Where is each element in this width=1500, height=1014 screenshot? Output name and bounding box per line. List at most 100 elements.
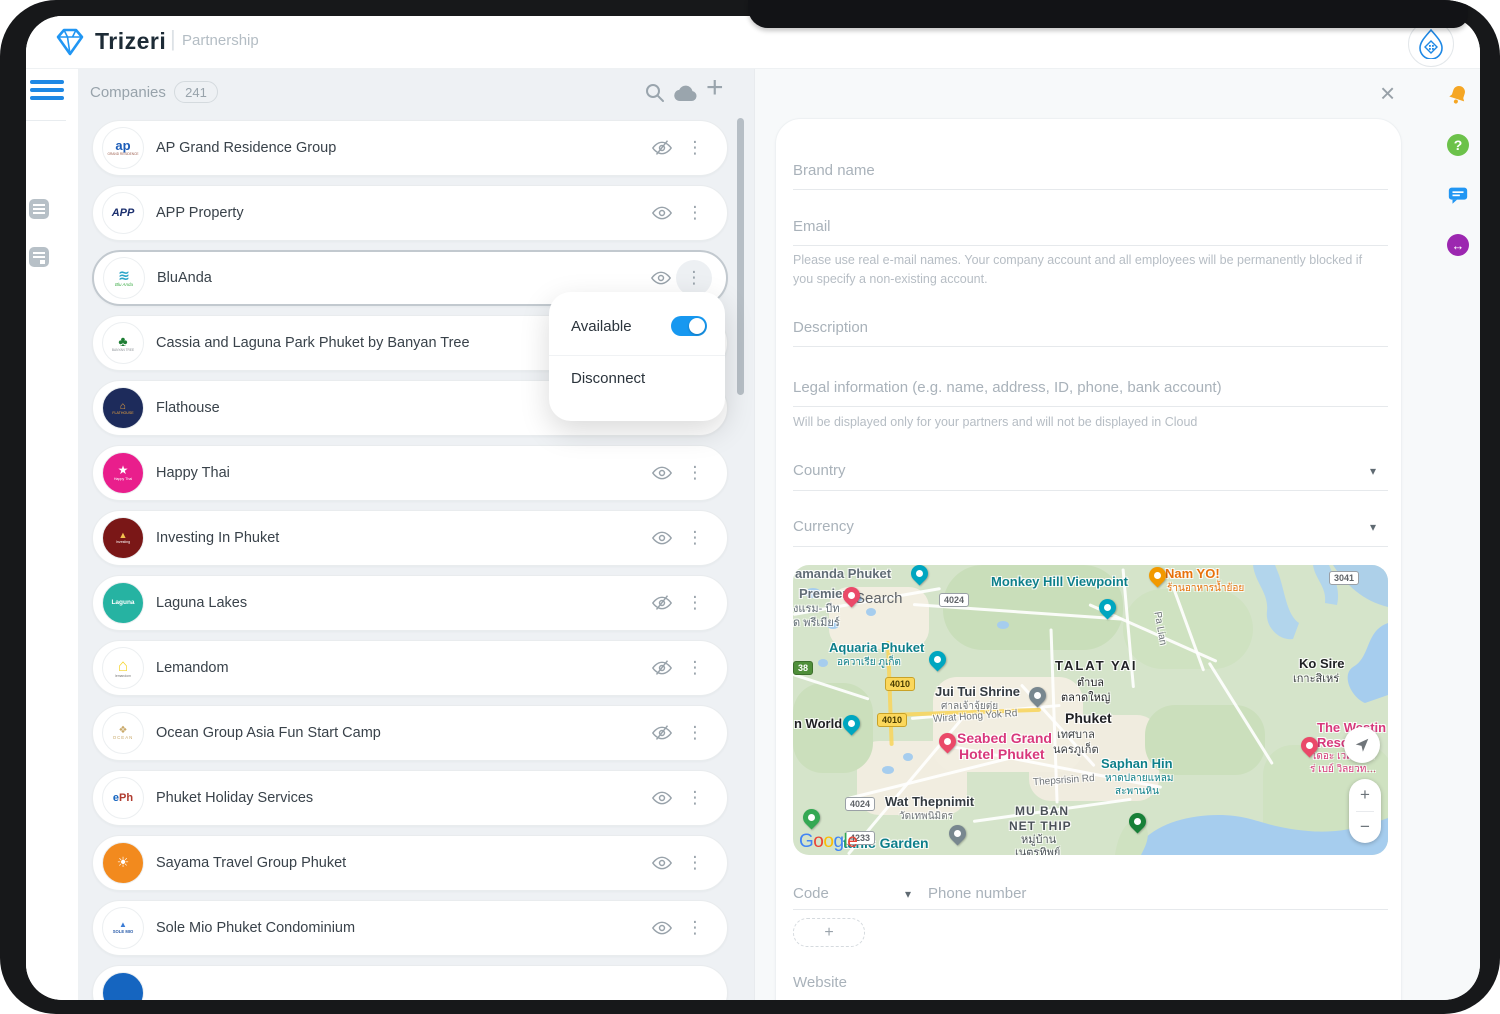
map-route-badge: 3041 — [1329, 571, 1359, 585]
company-name: APP Property — [156, 205, 244, 221]
company-row[interactable]: ▲SOLE MIOSole Mio Phuket Condominium⋮ — [92, 900, 728, 956]
company-name: Investing In Phuket — [156, 530, 279, 546]
company-row[interactable]: ▲InvestingInvesting In Phuket⋮ — [92, 510, 728, 566]
add-company-button[interactable]: + — [706, 78, 724, 98]
visibility-eye-off-icon[interactable] — [651, 657, 673, 679]
more-menu-button[interactable]: ⋮ — [677, 650, 713, 686]
company-name: Laguna Lakes — [156, 595, 247, 611]
company-logo: ❖OCEAN — [102, 712, 144, 754]
map-label: วัดเทพนิมิตร — [899, 811, 953, 822]
list-view-icon[interactable] — [28, 198, 50, 220]
map-label: Seabed Grand — [957, 731, 1052, 746]
cloud-icon[interactable] — [674, 84, 698, 102]
zoom-in-button[interactable]: + — [1349, 779, 1381, 811]
brand-name-field[interactable]: Brand name — [793, 162, 875, 179]
description-field[interactable]: Description — [793, 319, 868, 336]
list-scrollbar[interactable] — [737, 118, 744, 395]
companies-title: Companies — [90, 84, 166, 101]
legal-info-field[interactable]: Legal information (e.g. name, address, I… — [793, 379, 1222, 396]
title-divider: | — [170, 26, 176, 52]
code-chevron-down-icon[interactable]: ▾ — [905, 887, 911, 901]
more-menu-button[interactable]: ⋮ — [677, 910, 713, 946]
map-label: หมู่บ้าน — [1021, 834, 1056, 846]
country-select[interactable]: Country — [793, 462, 846, 479]
trizeri-logo-icon — [52, 26, 88, 58]
website-field[interactable]: Website — [793, 974, 847, 991]
add-phone-button[interactable]: + — [793, 918, 865, 947]
email-field[interactable]: Email — [793, 218, 831, 235]
more-menu-button[interactable]: ⋮ — [677, 845, 713, 881]
menu-divider — [549, 355, 725, 356]
help-icon[interactable]: ? — [1447, 134, 1469, 156]
map-label: Aquaria Phuket — [829, 641, 924, 655]
map-label: ตำบล — [1077, 677, 1104, 689]
currency-chevron-down-icon[interactable]: ▾ — [1370, 520, 1376, 534]
map-label: ด พรีเมียร์ — [793, 617, 840, 629]
phone-number-field[interactable]: Phone number — [928, 885, 1026, 902]
company-logo — [102, 972, 144, 1000]
company-row[interactable]: apGRAND RESIDENCE AP Grand Residence Grou… — [92, 120, 728, 176]
visibility-eye-icon[interactable] — [651, 462, 673, 484]
zoom-out-button[interactable]: − — [1349, 811, 1381, 843]
country-chevron-down-icon[interactable]: ▾ — [1370, 464, 1376, 478]
available-toggle[interactable] — [671, 316, 707, 336]
more-menu-button[interactable]: ⋮ — [677, 520, 713, 556]
map-label: Saphan Hin — [1101, 757, 1173, 771]
drop-home-icon — [1419, 29, 1443, 59]
more-menu-button[interactable]: ⋮ — [676, 260, 712, 296]
visibility-eye-icon[interactable] — [651, 852, 673, 874]
company-name: Sole Mio Phuket Condominium — [156, 920, 355, 936]
swap-arrows-icon[interactable]: ↔ — [1447, 234, 1469, 256]
more-menu-button[interactable]: ⋮ — [677, 130, 713, 166]
visibility-eye-off-icon[interactable] — [651, 722, 673, 744]
company-logo: APP — [102, 192, 144, 234]
map-label: TALAT YAI — [1055, 659, 1138, 673]
company-row[interactable]: ★Happy ThaiHappy Thai⋮ — [92, 445, 728, 501]
company-name: BluAnda — [157, 270, 212, 286]
visibility-eye-icon[interactable] — [651, 787, 673, 809]
company-name: AP Grand Residence Group — [156, 140, 336, 156]
available-label: Available — [571, 318, 632, 335]
more-menu-button[interactable]: ⋮ — [677, 780, 713, 816]
company-name: Sayama Travel Group Phuket — [156, 855, 346, 871]
company-row[interactable] — [92, 965, 728, 1000]
company-context-menu: Available Disconnect — [549, 292, 725, 421]
close-icon[interactable]: × — [1380, 78, 1395, 109]
visibility-eye-off-icon[interactable] — [651, 592, 673, 614]
menu-hamburger-button[interactable] — [30, 80, 64, 106]
location-map[interactable]: Google + − amanda PhuketPremierงแรม- บีท… — [793, 565, 1388, 855]
currency-select[interactable]: Currency — [793, 518, 854, 535]
app-screen: Trizeri | Partnership — [26, 16, 1480, 1000]
map-label: ร่ เบย์ วิลยวท… — [1310, 764, 1376, 775]
section-title: Partnership — [182, 32, 259, 49]
company-row[interactable]: ❖OCEANOcean Group Asia Fun Start Camp⋮ — [92, 705, 728, 761]
visibility-eye-icon[interactable] — [651, 917, 673, 939]
more-menu-button[interactable]: ⋮ — [677, 715, 713, 751]
company-row[interactable]: ePhPhuket Holiday Services⋮ — [92, 770, 728, 826]
company-logo: ♣BANYAN TREE — [102, 322, 144, 364]
phone-code-select[interactable]: Code — [793, 885, 829, 902]
company-row[interactable]: ☀Sayama Travel Group Phuket⋮ — [92, 835, 728, 891]
more-menu-button[interactable]: ⋮ — [677, 195, 713, 231]
company-logo: apGRAND RESIDENCE — [102, 127, 144, 169]
map-route-badge: 4010 — [885, 677, 915, 691]
company-row[interactable]: Laguna Laguna Lakes ⋮ — [92, 575, 728, 631]
company-logo: ⌂FLATHOUSE — [102, 387, 144, 429]
search-icon[interactable] — [644, 82, 666, 104]
map-label: เนตรทิพย์ — [1015, 847, 1060, 855]
visibility-eye-off-icon[interactable] — [651, 137, 673, 159]
more-menu-button[interactable]: ⋮ — [677, 455, 713, 491]
company-row[interactable]: APP APP Property ⋮ — [92, 185, 728, 241]
visibility-eye-icon[interactable] — [650, 267, 672, 289]
more-menu-button[interactable]: ⋮ — [677, 585, 713, 621]
chat-feedback-icon[interactable] — [1447, 184, 1469, 206]
company-row[interactable]: ⌂lemandomLemandom⋮ — [92, 640, 728, 696]
company-logo: Laguna — [102, 582, 144, 624]
company-list: apGRAND RESIDENCE AP Grand Residence Grou… — [92, 120, 728, 1000]
map-locate-button[interactable] — [1344, 727, 1380, 763]
card-view-icon[interactable] — [28, 246, 50, 268]
visibility-eye-icon[interactable] — [651, 202, 673, 224]
visibility-eye-icon[interactable] — [651, 527, 673, 549]
notifications-bell-icon[interactable] — [1447, 84, 1469, 106]
disconnect-menu-item[interactable]: Disconnect — [571, 370, 645, 387]
